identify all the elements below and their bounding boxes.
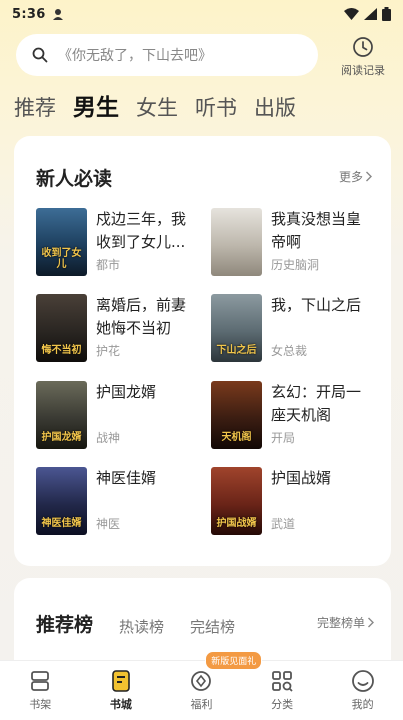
cover-text: 神医佳婿 <box>41 518 82 529</box>
status-bar: 5:36 <box>0 0 403 28</box>
cover-text: 护国战婿 <box>216 518 257 529</box>
book-tag: 开局 <box>271 431 296 445</box>
nav-bookstore[interactable]: 书城 <box>81 661 162 720</box>
tab-recommend[interactable]: 推荐 <box>14 92 56 124</box>
ranking-tabs: 推荐榜 热读榜 完结榜 <box>36 610 261 637</box>
section-title: 新人必读 <box>36 168 113 190</box>
clock-icon <box>353 37 373 57</box>
book-tag: 神医 <box>96 517 121 531</box>
cover-text: 护国龙婿 <box>41 432 82 443</box>
tab-finished-rank[interactable]: 完结榜 <box>190 616 235 637</box>
reading-history-button[interactable]: 阅读记录 <box>333 36 393 82</box>
nav-label: 福利 <box>190 698 213 711</box>
more-label: 更多 <box>338 170 363 184</box>
book-cover: 收到了女儿 <box>36 208 87 276</box>
full-ranking-label: 完整榜单 <box>316 616 365 630</box>
full-ranking-link[interactable]: 完整榜单 <box>317 614 375 631</box>
book-item[interactable]: 下山之后 我，下山之后 女总裁 <box>211 294 383 364</box>
book-tag: 武道 <box>271 517 296 531</box>
nav-profile[interactable]: 我的 <box>322 661 403 720</box>
search-placeholder: 《你无敌了，下山去吧》 <box>58 48 212 64</box>
new-reads-section: 新人必读 更多 收到了女儿 戍边三年，我收到了女儿... 都市 我真没想当皇帝啊… <box>14 136 391 566</box>
book-cover: 天机阁 <box>211 381 262 449</box>
nav-category[interactable]: 分类 <box>242 661 323 720</box>
reading-history-label: 阅读记录 <box>341 64 385 77</box>
book-tag: 都市 <box>96 258 121 272</box>
book-cover <box>211 208 262 276</box>
bookstore-icon <box>112 670 130 692</box>
book-item[interactable]: 护国龙婿 护国龙婿 战神 <box>36 381 208 451</box>
book-tag: 历史脑洞 <box>271 258 320 272</box>
tab-publish[interactable]: 出版 <box>254 92 296 124</box>
profile-icon <box>351 670 374 692</box>
nav-welfare[interactable]: 新版见面礼 福利 <box>161 651 263 720</box>
book-title: 护国龙婿 <box>96 383 157 401</box>
book-title: 神医佳婿 <box>96 469 157 487</box>
book-title: 我真没想当皇帝啊 <box>271 210 362 251</box>
search-icon <box>32 47 48 63</box>
book-cover: 悔不当初 <box>36 294 87 362</box>
book-cover: 神医佳婿 <box>36 467 87 535</box>
book-tag: 女总裁 <box>271 344 308 358</box>
tab-female[interactable]: 女生 <box>136 92 178 124</box>
book-item[interactable]: 我真没想当皇帝啊 历史脑洞 <box>211 208 383 278</box>
tab-audiobook[interactable]: 听书 <box>195 92 237 124</box>
category-icon <box>272 671 293 692</box>
bookshelf-icon <box>31 671 50 691</box>
nav-label: 书架 <box>29 698 52 711</box>
book-item[interactable]: 神医佳婿 神医佳婿 神医 <box>36 467 208 537</box>
nav-label: 书城 <box>109 698 132 711</box>
book-title: 玄幻：开局一座天机阁 <box>271 383 362 424</box>
nav-bookshelf[interactable]: 书架 <box>0 661 81 720</box>
book-title: 我，下山之后 <box>271 296 362 314</box>
tab-hot-rank[interactable]: 热读榜 <box>119 616 164 637</box>
book-item[interactable]: 天机阁 玄幻：开局一座天机阁 开局 <box>211 381 383 451</box>
book-title: 离婚后，前妻她悔不当初 <box>96 296 187 337</box>
category-tabs: 推荐 男生 女生 听书 出版 <box>14 92 313 124</box>
book-item[interactable]: 护国战婿 护国战婿 武道 <box>211 467 383 537</box>
nav-label: 我的 <box>351 698 374 711</box>
book-item[interactable]: 收到了女儿 戍边三年，我收到了女儿... 都市 <box>36 208 208 278</box>
notification-icon <box>52 8 63 20</box>
tab-recommend-rank[interactable]: 推荐榜 <box>36 610 94 637</box>
chevron-right-icon <box>368 617 374 628</box>
welfare-icon <box>191 671 212 691</box>
cover-text: 悔不当初 <box>41 345 82 356</box>
book-item[interactable]: 悔不当初 离婚后，前妻她悔不当初 护花 <box>36 294 208 364</box>
battery-icon <box>382 7 391 21</box>
book-title: 护国战婿 <box>271 469 332 487</box>
more-link[interactable]: 更多 <box>339 168 373 185</box>
book-tag: 护花 <box>96 344 121 358</box>
wifi-icon <box>344 8 359 20</box>
signal-icon <box>364 8 377 20</box>
chevron-right-icon <box>366 171 372 182</box>
cover-text: 下山之后 <box>216 345 257 356</box>
tab-male[interactable]: 男生 <box>73 92 119 124</box>
nav-label: 分类 <box>271 698 294 711</box>
book-title: 戍边三年，我收到了女儿... <box>96 210 187 251</box>
bottom-nav: 书架 书城 新版见面礼 福利 分类 我的 <box>0 651 403 720</box>
book-tag: 战神 <box>96 431 121 445</box>
book-cover: 下山之后 <box>211 294 262 362</box>
book-cover: 护国战婿 <box>211 467 262 535</box>
cover-text: 收到了女儿 <box>41 248 82 270</box>
cover-text: 天机阁 <box>221 432 252 443</box>
search-input[interactable]: 《你无敌了，下山去吧》 <box>16 34 318 76</box>
status-time: 5:36 <box>12 6 46 22</box>
book-cover: 护国龙婿 <box>36 381 87 449</box>
